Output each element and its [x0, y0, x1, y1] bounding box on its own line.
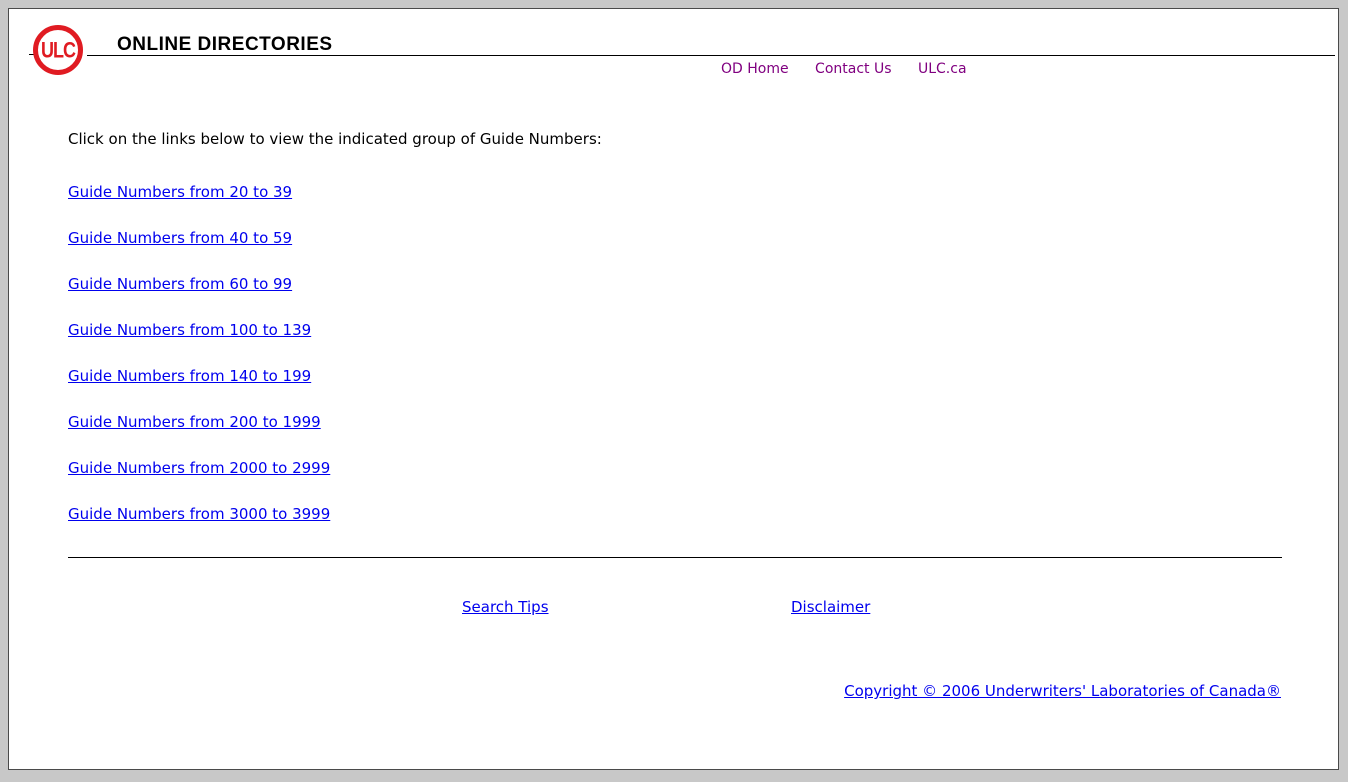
top-nav: OD Home Contact Us ULC.ca: [721, 61, 989, 77]
search-tips-link[interactable]: Search Tips: [462, 598, 549, 616]
guide-link-3000-3999[interactable]: Guide Numbers from 3000 to 3999: [68, 505, 330, 525]
guide-link-40-59[interactable]: Guide Numbers from 40 to 59: [68, 229, 330, 249]
guide-link-100-139[interactable]: Guide Numbers from 100 to 139: [68, 321, 330, 341]
ulc-logo: ULC: [33, 25, 83, 75]
logo-text: ULC: [41, 36, 76, 62]
guide-link-20-39[interactable]: Guide Numbers from 20 to 39: [68, 183, 330, 203]
guide-link-140-199[interactable]: Guide Numbers from 140 to 199: [68, 367, 330, 387]
header-divider: [87, 55, 1335, 56]
contact-us-link[interactable]: Contact Us: [815, 61, 891, 77]
guide-link-2000-2999[interactable]: Guide Numbers from 2000 to 2999: [68, 459, 330, 479]
guide-links-list: Guide Numbers from 20 to 39 Guide Number…: [68, 183, 330, 551]
od-home-link[interactable]: OD Home: [721, 61, 789, 77]
page-frame: ULC ONLINE DIRECTORIES OD Home Contact U…: [8, 8, 1339, 770]
guide-link-60-99[interactable]: Guide Numbers from 60 to 99: [68, 275, 330, 295]
footer-divider: [68, 557, 1282, 558]
disclaimer-link[interactable]: Disclaimer: [791, 598, 870, 616]
copyright-link[interactable]: Copyright © 2006 Underwriters' Laborator…: [844, 682, 1281, 700]
site-title: ONLINE DIRECTORIES: [117, 34, 333, 55]
intro-text: Click on the links below to view the ind…: [68, 130, 602, 148]
ulc-ca-link[interactable]: ULC.ca: [918, 61, 967, 77]
guide-link-200-1999[interactable]: Guide Numbers from 200 to 1999: [68, 413, 330, 433]
